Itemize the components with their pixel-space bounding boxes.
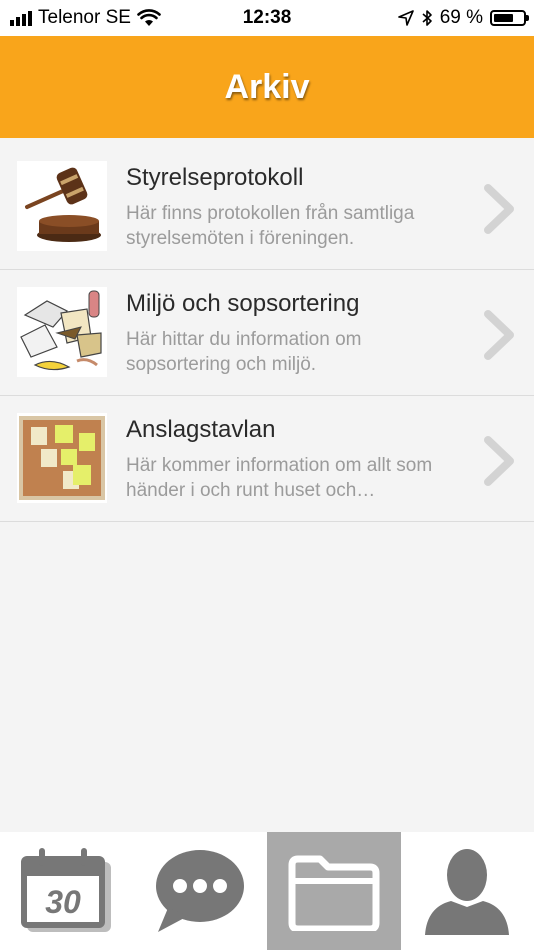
archive-list: Styrelseprotokoll Här finns protokollen … <box>0 144 534 522</box>
list-item-styrelseprotokoll[interactable]: Styrelseprotokoll Här finns protokollen … <box>0 144 534 270</box>
corkboard-image <box>17 413 107 503</box>
item-title: Anslagstavlan <box>126 416 276 443</box>
calendar-day: 30 <box>45 884 81 920</box>
item-description: Här finns protokollen från samtliga styr… <box>126 203 415 249</box>
profile-icon <box>425 849 510 935</box>
tab-profile[interactable] <box>401 832 534 950</box>
list-item-miljo-sopsortering[interactable]: Miljö och sopsortering Här hittar du inf… <box>0 270 534 396</box>
tab-messages[interactable] <box>134 832 268 950</box>
item-description: Här kommer information om allt som hände… <box>126 455 433 501</box>
chevron-right-icon <box>484 436 514 486</box>
battery-icon <box>490 10 529 26</box>
waste-image <box>17 287 107 377</box>
calendar-icon: 30 <box>20 848 111 932</box>
bluetooth-icon <box>422 10 432 26</box>
header-bar: Arkiv <box>0 36 534 138</box>
battery-percent: 69 % <box>439 7 483 28</box>
page-title: Arkiv <box>224 68 310 106</box>
gavel-image <box>17 161 107 251</box>
status-bar: Telenor SE 12:38 69 % <box>0 0 534 36</box>
status-right: 69 % <box>397 7 529 29</box>
item-description: Här hittar du information om sopsorterin… <box>126 329 362 375</box>
item-title: Styrelseprotokoll <box>126 164 304 191</box>
tab-calendar[interactable]: 30 <box>0 832 134 950</box>
item-title: Miljö och sopsortering <box>126 290 360 317</box>
list-item-anslagstavlan[interactable]: Anslagstavlan Här kommer information om … <box>0 396 534 522</box>
tab-archive[interactable] <box>267 832 401 950</box>
chevron-right-icon <box>484 310 514 360</box>
chevron-right-icon <box>484 184 514 234</box>
folder-icon <box>288 855 380 931</box>
battery-level <box>494 14 513 22</box>
location-arrow-icon <box>397 10 414 26</box>
tab-bar: 30 <box>0 832 534 950</box>
chat-icon <box>156 850 245 932</box>
